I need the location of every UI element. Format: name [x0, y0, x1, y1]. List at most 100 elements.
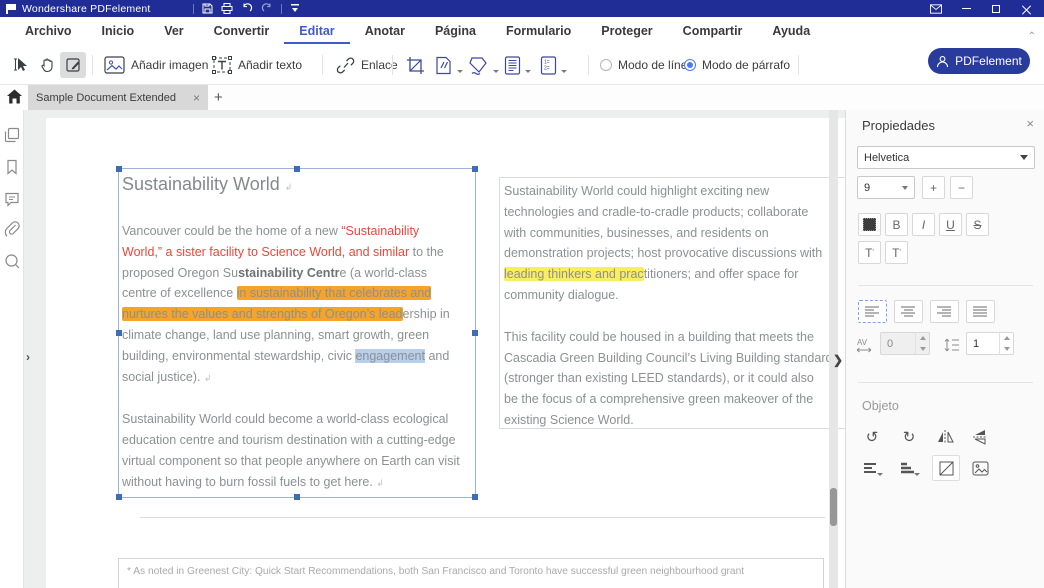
background-dropdown-icon[interactable]	[493, 70, 499, 73]
spinner-down-icon[interactable]	[916, 344, 929, 355]
font-family-select[interactable]: Helvetica	[857, 146, 1035, 169]
line-spacing-input[interactable]: 1	[966, 332, 1014, 355]
resize-handle[interactable]	[472, 166, 478, 172]
background-button[interactable]	[468, 52, 499, 78]
header-footer-dropdown-icon[interactable]	[525, 70, 531, 73]
pdf-page[interactable]: Sustainability World ↲ Vancouver could b…	[46, 118, 845, 588]
undo-icon[interactable]	[241, 3, 253, 14]
selected-text-block[interactable]: Sustainability World ↲ Vancouver could b…	[118, 168, 476, 498]
resize-handle[interactable]	[116, 494, 122, 500]
app-title: Wondershare PDFelement	[22, 3, 151, 15]
italic-button[interactable]: I	[912, 213, 935, 236]
menu-formulario[interactable]: Formulario	[491, 19, 586, 44]
add-image-label: Añadir imagen	[131, 58, 208, 72]
menu-compartir[interactable]: Compartir	[668, 19, 758, 44]
watermark-dropdown-icon[interactable]	[457, 70, 463, 73]
paragraph-mode-radio[interactable]: Modo de párrafo	[684, 52, 790, 78]
bold-button[interactable]: B	[885, 213, 908, 236]
underline-button[interactable]: U	[939, 213, 962, 236]
distribute-objects-button[interactable]	[895, 455, 923, 481]
resize-handle[interactable]	[472, 494, 478, 500]
superscript-button[interactable]: T'	[858, 241, 881, 264]
hand-tool-button[interactable]	[34, 52, 60, 78]
rotate-right-button[interactable]: ↻	[895, 424, 923, 450]
resize-handle[interactable]	[472, 330, 478, 336]
font-size-select[interactable]: 9	[857, 176, 915, 199]
collapse-panel-icon[interactable]: ❯	[833, 353, 843, 367]
scrollbar-thumb[interactable]	[830, 488, 837, 526]
menu-ver[interactable]: Ver	[149, 19, 198, 44]
decrease-size-button[interactable]: −	[950, 176, 973, 199]
strikethrough-button[interactable]: S	[966, 213, 989, 236]
link-button[interactable]: Enlace	[336, 52, 398, 78]
watermark-button[interactable]	[434, 52, 463, 78]
increase-size-button[interactable]: +	[922, 176, 945, 199]
resize-handle[interactable]	[116, 330, 122, 336]
attachments-icon[interactable]	[4, 221, 20, 242]
bates-numbering-button[interactable]: 1=2=	[540, 52, 567, 78]
document-heading: Sustainability World ↲	[122, 172, 475, 199]
maximize-button[interactable]	[990, 3, 1002, 15]
customize-quickbar-icon[interactable]	[290, 4, 300, 13]
subscript-button[interactable]: T'	[885, 241, 908, 264]
account-button[interactable]: PDFelement	[928, 48, 1030, 74]
flip-horizontal-button[interactable]	[932, 424, 960, 450]
spinner-up-icon[interactable]	[916, 333, 929, 344]
line-mode-radio[interactable]: Modo de línea	[600, 52, 694, 78]
add-image-button[interactable]: Añadir imagen	[104, 52, 208, 78]
char-spacing-input[interactable]: 0	[880, 332, 930, 355]
menu-archivo[interactable]: Archivo	[10, 19, 87, 44]
spinner-down-icon[interactable]	[1000, 344, 1013, 355]
new-tab-button[interactable]: +	[214, 89, 223, 106]
flip-vertical-button[interactable]	[966, 424, 994, 450]
text-block[interactable]: Sustainability World could highlight exc…	[499, 177, 845, 429]
comments-icon[interactable]	[4, 191, 20, 212]
header-footer-button[interactable]	[504, 52, 531, 78]
panel-close-icon[interactable]: ×	[1026, 116, 1034, 131]
thumbnails-icon[interactable]	[4, 127, 20, 148]
document-area[interactable]: Sustainability World ↲ Vancouver could b…	[24, 110, 845, 588]
minimize-button[interactable]	[960, 3, 972, 15]
redo-icon[interactable]	[261, 3, 273, 14]
tab-bar: Sample Document Extended × +	[0, 85, 1044, 110]
bates-dropdown-icon[interactable]	[561, 70, 567, 73]
menu-inicio[interactable]: Inicio	[87, 19, 150, 44]
crop-tool-button[interactable]	[402, 52, 428, 78]
search-icon[interactable]	[4, 253, 20, 274]
edit-tool-button[interactable]	[60, 52, 86, 78]
resize-handle[interactable]	[294, 166, 300, 172]
select-tool-button[interactable]	[8, 52, 34, 78]
replace-image-button[interactable]	[966, 455, 994, 481]
align-right-button[interactable]	[930, 300, 959, 323]
align-center-button[interactable]	[894, 300, 923, 323]
menu-proteger[interactable]: Proteger	[586, 19, 667, 44]
align-left-button[interactable]	[858, 300, 887, 323]
print-icon[interactable]	[221, 3, 233, 14]
menu-pagina[interactable]: Página	[420, 19, 491, 44]
justify-button[interactable]	[966, 300, 995, 323]
menu-convertir[interactable]: Convertir	[199, 19, 285, 44]
bookmarks-icon[interactable]	[4, 159, 20, 180]
vertical-scrollbar[interactable]	[829, 110, 838, 588]
resize-handle[interactable]	[116, 166, 122, 172]
rotate-left-button[interactable]: ↺	[858, 424, 886, 450]
caret-down-icon	[877, 473, 883, 476]
home-button[interactable]	[6, 88, 23, 110]
crop-object-button[interactable]	[932, 455, 960, 481]
font-color-button[interactable]	[858, 213, 881, 236]
menu-ayuda[interactable]: Ayuda	[757, 19, 825, 44]
messages-icon[interactable]	[930, 3, 942, 15]
tab-close-icon[interactable]: ×	[193, 91, 200, 105]
close-button[interactable]	[1020, 3, 1032, 15]
collapse-toolbar-icon[interactable]: ⌃	[1028, 31, 1036, 42]
menu-editar[interactable]: Editar	[284, 19, 349, 44]
expand-sidebar-icon[interactable]: ›	[26, 350, 30, 364]
document-tab[interactable]: Sample Document Extended ×	[28, 85, 208, 110]
add-text-button[interactable]: Añadir texto	[212, 52, 302, 78]
app-logo-icon	[6, 4, 17, 14]
save-icon[interactable]	[202, 3, 213, 14]
resize-handle[interactable]	[294, 494, 300, 500]
spinner-up-icon[interactable]	[1000, 333, 1013, 344]
menu-anotar[interactable]: Anotar	[350, 19, 420, 44]
align-objects-button[interactable]	[858, 455, 886, 481]
